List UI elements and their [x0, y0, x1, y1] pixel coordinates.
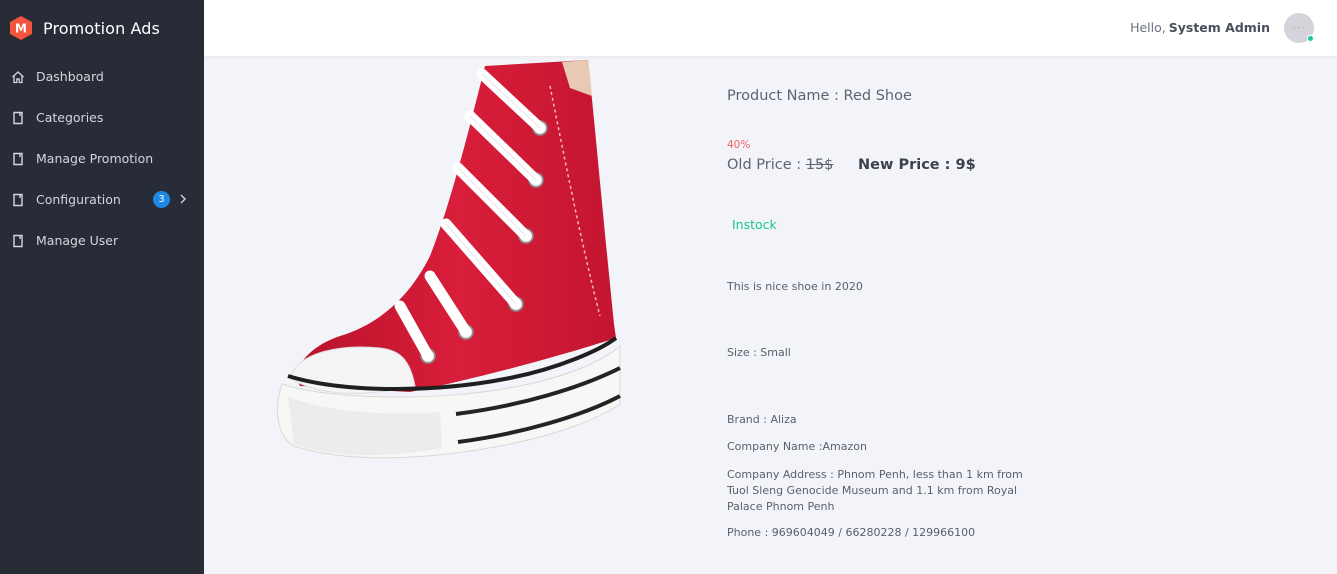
greeting-text: Hello, [1130, 20, 1166, 35]
old-price-value: 15$ [805, 157, 834, 173]
page-icon [11, 193, 25, 207]
brand[interactable]: M Promotion Ads [0, 0, 204, 56]
sidebar-item-label: Categories [36, 110, 104, 125]
sidebar-item-dashboard[interactable]: Dashboard [0, 56, 204, 97]
product-image [270, 56, 630, 486]
user-name[interactable]: System Admin [1169, 20, 1270, 35]
home-icon [11, 70, 25, 84]
page-icon [11, 152, 25, 166]
product-name: Product Name : Red Shoe [727, 88, 912, 104]
sidebar: M Promotion Ads Dashboard Categories Man… [0, 0, 204, 574]
sidebar-item-label: Configuration [36, 192, 121, 207]
company-name: Company Name :Amazon [727, 440, 867, 453]
stock-status: Instock [732, 217, 777, 232]
sidebar-item-label: Manage Promotion [36, 151, 154, 166]
brand-logo-icon: M [8, 15, 34, 41]
top-header: Hello, System Admin [204, 0, 1337, 56]
discount-percentage: 40% [727, 139, 751, 151]
sidebar-item-manage-promotion[interactable]: Manage Promotion [0, 138, 204, 179]
page-icon [11, 111, 25, 125]
sidebar-item-configuration[interactable]: Configuration 3 [0, 179, 204, 220]
notification-badge: 3 [153, 191, 170, 208]
svg-text:M: M [15, 22, 27, 36]
company-address: Company Address : Phnom Penh, less than … [727, 468, 1023, 513]
product-size: Size : Small [727, 346, 791, 359]
sidebar-item-manage-user[interactable]: Manage User [0, 220, 204, 261]
product-description: This is nice shoe in 2020 [727, 280, 863, 293]
sidebar-nav: Dashboard Categories Manage Promotion Co… [0, 56, 204, 261]
new-price: New Price : 9$ [858, 157, 976, 173]
sidebar-item-label: Dashboard [36, 69, 104, 84]
online-status-indicator [1307, 35, 1314, 42]
company-phone: Phone : 969604049 / 66280228 / 129966100 [727, 526, 976, 539]
sidebar-item-categories[interactable]: Categories [0, 97, 204, 138]
brand-name: Promotion Ads [43, 18, 160, 38]
page-icon [11, 234, 25, 248]
product-brand: Brand : Aliza [727, 413, 797, 426]
old-price-label: Old Price : [727, 157, 802, 173]
sidebar-item-label: Manage User [36, 233, 119, 248]
chevron-right-icon [178, 193, 188, 205]
user-greeting: Hello, System Admin [1130, 20, 1270, 35]
price-row: Old Price : 15$ New Price : 9$ [727, 157, 976, 173]
